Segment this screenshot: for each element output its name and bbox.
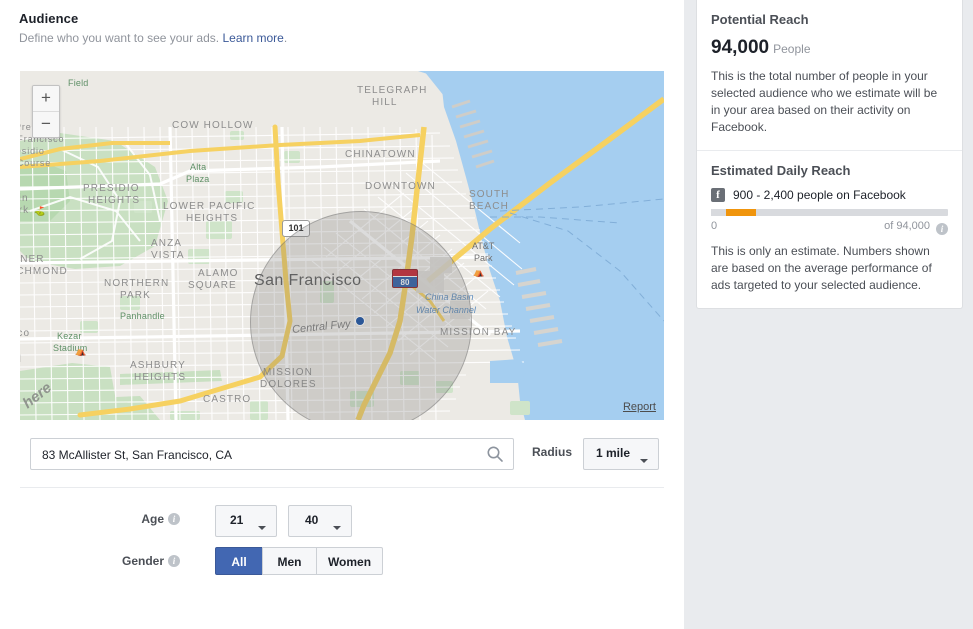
daily-reach-progress-bar: [711, 209, 948, 216]
potential-reach-section: Potential Reach 94,000 People This is the…: [697, 0, 962, 150]
subtitle-text: Define who you want to see your ads.: [19, 31, 220, 45]
progress-bar-labels: 0 of 94,000 i: [711, 220, 948, 235]
age-label: Age i: [120, 512, 180, 526]
right-panel: Potential Reach 94,000 People This is the…: [684, 0, 973, 629]
radius-overlay-circle: [250, 211, 472, 420]
progress-bar-max: of 94,000: [884, 220, 930, 232]
facebook-icon: f: [711, 188, 725, 202]
location-row: Radius 1 mile: [20, 438, 664, 471]
location-center-marker: [356, 317, 364, 325]
radius-select-value: 1 mile: [596, 446, 631, 460]
age-row: Agei 21 - 40: [0, 505, 684, 537]
chevron-down-icon: [258, 519, 266, 533]
radius-label: Radius: [532, 445, 573, 459]
potential-reach-description: This is the total number of people in yo…: [711, 69, 938, 134]
zoom-out-button[interactable]: −: [33, 112, 59, 137]
potential-reach-unit: People: [773, 42, 811, 56]
age-info-icon[interactable]: i: [168, 513, 180, 525]
gender-option-men[interactable]: Men: [262, 547, 317, 575]
progress-bar-min: 0: [711, 220, 718, 232]
daily-reach-info-icon[interactable]: i: [936, 220, 948, 238]
potential-reach-value-row: 94,000 People: [711, 37, 948, 59]
potential-reach-title: Potential Reach: [711, 12, 809, 27]
daily-reach-title: Estimated Daily Reach: [711, 163, 851, 178]
map-zoom-control[interactable]: + −: [32, 85, 60, 138]
audience-targeting-page: Audience Define who you want to see your…: [0, 0, 973, 629]
page-title: Audience: [19, 11, 79, 26]
gender-row: Gender i All Men Women: [0, 547, 684, 577]
map-container[interactable]: + − Field TELEGRAPH HILL COW HOLLOW CHIN…: [20, 71, 664, 420]
location-search-input[interactable]: [40, 439, 484, 471]
daily-reach-estimate-row: f 900 - 2,400 people on Facebook: [711, 188, 948, 202]
age-max-value: 40: [305, 513, 319, 527]
chevron-down-icon: [640, 452, 648, 466]
age-max-select[interactable]: 40: [288, 505, 352, 537]
radius-select[interactable]: 1 mile: [583, 438, 659, 470]
gender-option-women[interactable]: Women: [316, 547, 383, 575]
zoom-in-button[interactable]: +: [33, 86, 59, 112]
chevron-down-icon: [333, 519, 341, 533]
reach-card: Potential Reach 94,000 People This is the…: [696, 0, 963, 309]
map-report-link[interactable]: Report: [623, 401, 656, 413]
gender-info-icon[interactable]: i: [168, 555, 180, 567]
daily-reach-estimate: 900 - 2,400 people on Facebook: [733, 188, 906, 202]
gender-label: Gender i: [98, 554, 180, 568]
progress-bar-fill: [726, 209, 756, 216]
learn-more-link[interactable]: Learn more: [222, 31, 283, 45]
daily-reach-section: Estimated Daily Reach f 900 - 2,400 peop…: [697, 151, 962, 308]
section-divider: [20, 487, 664, 488]
gender-option-all[interactable]: All: [215, 547, 263, 575]
daily-reach-description: This is only an estimate. Numbers shown …: [711, 244, 932, 292]
subtitle-period: .: [283, 31, 288, 45]
search-icon[interactable]: [486, 445, 504, 463]
potential-reach-value: 94,000: [711, 37, 770, 58]
progress-bar-lead-segment: [711, 209, 725, 216]
left-column: Audience Define who you want to see your…: [0, 0, 684, 629]
age-min-value: 21: [230, 513, 244, 527]
location-input-wrapper[interactable]: [30, 438, 514, 471]
page-subtitle: Define who you want to see your ads. Lea…: [19, 31, 287, 45]
age-min-select[interactable]: 21: [215, 505, 277, 537]
